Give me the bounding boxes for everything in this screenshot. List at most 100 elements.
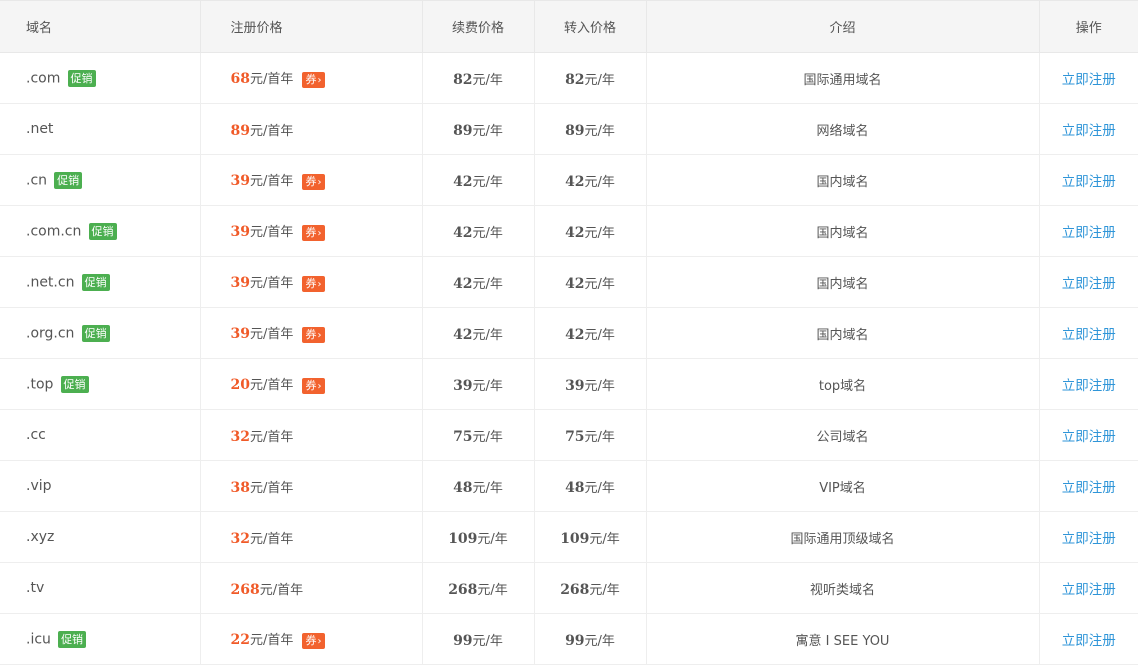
table-row: .net 89元/首年 89元/年 89元/年 网络域名 立即注册 — [0, 103, 1138, 155]
register-now-link[interactable]: 立即注册 — [1062, 225, 1116, 241]
domain-name: .top — [26, 376, 54, 392]
action-cell: 立即注册 — [1039, 256, 1138, 308]
register-now-link[interactable]: 立即注册 — [1062, 531, 1116, 547]
transfer-price-value: 99 — [565, 632, 585, 649]
register-now-link[interactable]: 立即注册 — [1062, 429, 1116, 445]
coupon-badge[interactable]: 券› — [301, 224, 325, 241]
coupon-badge[interactable]: 券› — [301, 326, 325, 343]
coupon-badge[interactable]: 券› — [301, 632, 325, 649]
register-now-link[interactable]: 立即注册 — [1062, 633, 1116, 649]
header-renew-price: 续费价格 — [422, 0, 535, 53]
promo-badge: 促销 — [58, 630, 87, 648]
domain-cell: .cn 促销 — [0, 154, 201, 206]
transfer-price-cell: 268元/年 — [534, 562, 647, 614]
register-now-link[interactable]: 立即注册 — [1062, 174, 1116, 190]
promo-badge: 促销 — [54, 171, 83, 189]
domain-intro: 国内域名 — [816, 225, 869, 241]
register-now-link[interactable]: 立即注册 — [1062, 480, 1116, 496]
register-price-unit: 元/首年 — [249, 174, 294, 190]
header-transfer-price: 转入价格 — [534, 0, 647, 53]
coupon-badge[interactable]: 券› — [301, 71, 325, 88]
register-now-link[interactable]: 立即注册 — [1062, 582, 1116, 598]
domain-price-table: 域名 注册价格 续费价格 转入价格 介绍 操作 .com 促销 68元/首年 券… — [0, 0, 1138, 665]
renew-price-cell: 42元/年 — [422, 307, 535, 359]
transfer-price-value: 42 — [565, 275, 585, 292]
register-now-link[interactable]: 立即注册 — [1062, 123, 1116, 139]
renew-price-cell: 42元/年 — [422, 154, 535, 206]
domain-name: .icu — [26, 631, 51, 647]
coupon-badge[interactable]: 券› — [301, 275, 325, 292]
action-cell: 立即注册 — [1039, 154, 1138, 206]
coupon-label: 券 — [305, 378, 317, 392]
transfer-price-cell: 42元/年 — [534, 256, 647, 308]
renew-price-value: 42 — [453, 275, 473, 292]
intro-cell: VIP域名 — [646, 460, 1040, 512]
intro-cell: 国内域名 — [646, 256, 1040, 308]
transfer-price-cell: 42元/年 — [534, 205, 647, 257]
transfer-price-unit: 元/年 — [584, 327, 615, 343]
register-now-link[interactable]: 立即注册 — [1062, 276, 1116, 292]
register-price-cell: 89元/首年 — [200, 103, 423, 155]
domain-intro: 公司域名 — [816, 429, 869, 445]
renew-price-value: 42 — [453, 326, 473, 343]
register-price-unit: 元/首年 — [259, 582, 304, 598]
table-row: .net.cn 促销 39元/首年 券› 42元/年 42元/年 国内域名 立即… — [0, 256, 1138, 308]
register-now-link[interactable]: 立即注册 — [1062, 378, 1116, 394]
register-price-cell: 20元/首年 券› — [200, 358, 423, 410]
register-price-unit: 元/首年 — [249, 225, 294, 241]
intro-cell: top域名 — [646, 358, 1040, 410]
renew-price-unit: 元/年 — [472, 276, 503, 292]
transfer-price-unit: 元/年 — [589, 582, 620, 598]
domain-intro: top域名 — [818, 378, 867, 394]
renew-price-cell: 109元/年 — [422, 511, 535, 563]
domain-intro: 视听类域名 — [809, 582, 875, 598]
table-row: .com 促销 68元/首年 券› 82元/年 82元/年 国际通用域名 立即注… — [0, 52, 1138, 104]
chevron-right-icon: › — [317, 635, 322, 647]
promo-badge: 促销 — [81, 324, 110, 342]
domain-cell: .vip — [0, 460, 201, 512]
transfer-price-cell: 48元/年 — [534, 460, 647, 512]
domain-cell: .xyz — [0, 511, 201, 563]
domain-name: .com — [26, 70, 61, 86]
table-body: .com 促销 68元/首年 券› 82元/年 82元/年 国际通用域名 立即注… — [0, 52, 1138, 665]
renew-price-unit: 元/年 — [472, 72, 503, 88]
register-price-unit: 元/首年 — [249, 327, 294, 343]
coupon-badge[interactable]: 券› — [301, 173, 325, 190]
transfer-price-unit: 元/年 — [584, 276, 615, 292]
domain-name: .vip — [26, 478, 52, 494]
transfer-price-cell: 82元/年 — [534, 52, 647, 104]
register-price-unit: 元/首年 — [249, 378, 294, 394]
register-price-value: 39 — [230, 326, 250, 343]
register-price-value: 32 — [230, 530, 250, 547]
renew-price-value: 268 — [448, 581, 478, 598]
register-price-cell: 68元/首年 券› — [200, 52, 423, 104]
renew-price-cell: 99元/年 — [422, 613, 535, 665]
table-row: .vip 38元/首年 48元/年 48元/年 VIP域名 立即注册 — [0, 460, 1138, 512]
intro-cell: 国内域名 — [646, 307, 1040, 359]
transfer-price-value: 75 — [565, 428, 585, 445]
register-price-unit: 元/首年 — [249, 72, 294, 88]
transfer-price-value: 48 — [565, 479, 585, 496]
table-row: .cn 促销 39元/首年 券› 42元/年 42元/年 国内域名 立即注册 — [0, 154, 1138, 206]
renew-price-unit: 元/年 — [472, 480, 503, 496]
transfer-price-cell: 99元/年 — [534, 613, 647, 665]
table-row: .xyz 32元/首年 109元/年 109元/年 国际通用顶级域名 立即注册 — [0, 511, 1138, 563]
promo-badge: 促销 — [88, 222, 117, 240]
transfer-price-unit: 元/年 — [584, 429, 615, 445]
renew-price-unit: 元/年 — [472, 429, 503, 445]
transfer-price-value: 42 — [565, 173, 585, 190]
domain-name: .com.cn — [26, 223, 82, 239]
transfer-price-unit: 元/年 — [584, 225, 615, 241]
register-now-link[interactable]: 立即注册 — [1062, 327, 1116, 343]
action-cell: 立即注册 — [1039, 562, 1138, 614]
intro-cell: 国内域名 — [646, 205, 1040, 257]
table-row: .tv 268元/首年 268元/年 268元/年 视听类域名 立即注册 — [0, 562, 1138, 614]
register-now-link[interactable]: 立即注册 — [1062, 72, 1116, 88]
intro-cell: 公司域名 — [646, 409, 1040, 461]
coupon-badge[interactable]: 券› — [301, 377, 325, 394]
intro-cell: 国内域名 — [646, 154, 1040, 206]
register-price-value: 22 — [230, 632, 250, 649]
action-cell: 立即注册 — [1039, 52, 1138, 104]
domain-name: .cn — [26, 172, 48, 188]
renew-price-value: 75 — [453, 428, 473, 445]
